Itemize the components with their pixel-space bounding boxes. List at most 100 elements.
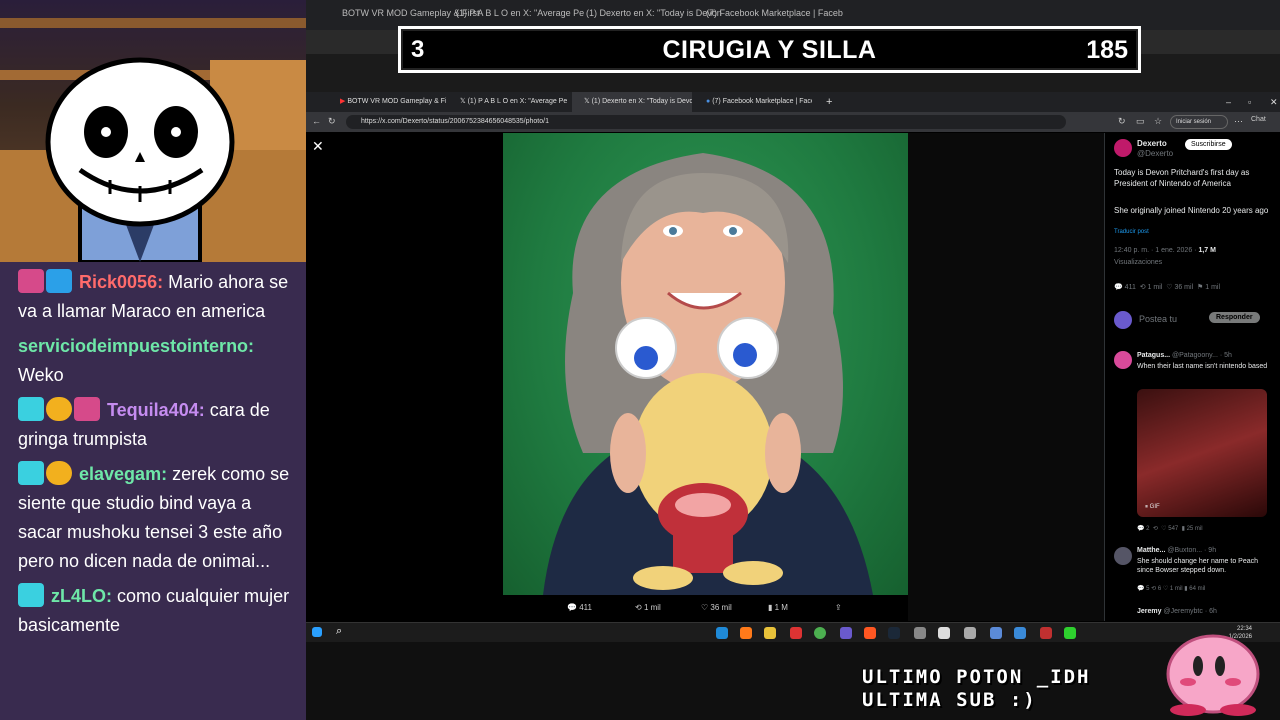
- stat-replies[interactable]: 2: [1146, 526, 1149, 532]
- reply-header: Jeremy @Jeremybtc · 6h: [1137, 608, 1217, 615]
- reply-handle[interactable]: @Jeremybtc: [1163, 608, 1202, 615]
- tab-dexerto[interactable]: 𝕏 (1) Dexerto en X: "Today is Devon: [572, 92, 692, 112]
- reload-icon[interactable]: ↻: [328, 116, 336, 127]
- edge-icon[interactable]: [716, 627, 728, 639]
- discord-icon[interactable]: [840, 627, 852, 639]
- stat-reposts[interactable]: 1 mil: [1148, 284, 1163, 291]
- stat-views[interactable]: 64 mil: [1189, 586, 1205, 592]
- dimmed-sidebar: [908, 133, 1104, 621]
- tweet-handle[interactable]: @Dexerto: [1137, 149, 1173, 158]
- minimize-icon[interactable]: –: [1214, 92, 1231, 112]
- search-icon[interactable]: ⌕: [336, 625, 342, 638]
- folder-icon[interactable]: [764, 627, 776, 639]
- stream-banner: 3 CIRUGIA Y SILLA 185: [398, 26, 1141, 73]
- portrait-image: [543, 153, 873, 595]
- favorites-icon[interactable]: ☆: [1154, 116, 1162, 127]
- tab-facebook[interactable]: ● (7) Facebook Marketplace | Faceb: [694, 92, 812, 112]
- tab-label: BOTW VR MOD Gameplay & First: [347, 98, 446, 105]
- photo-reply-button[interactable]: 💬 411: [567, 603, 592, 612]
- photo-action-bar: 💬 411 ⟲ 1 mil ♡ 36 mil ▮ 1 M ⇪: [503, 596, 908, 620]
- refresh-icon[interactable]: ↻: [1118, 116, 1126, 127]
- stat-bookmarks[interactable]: 1 mil: [1205, 284, 1220, 291]
- reply-handle[interactable]: @Patagoony...: [1172, 352, 1218, 359]
- subscribe-button[interactable]: Suscribirse: [1185, 139, 1232, 150]
- chat-button[interactable]: Chat: [1251, 116, 1266, 123]
- photo-views-button[interactable]: ▮ 1 M: [768, 603, 788, 612]
- photo-like-button[interactable]: ♡ 36 mil: [701, 603, 732, 612]
- close-photo-icon[interactable]: ✕: [312, 138, 324, 155]
- cube-badge-icon: [46, 269, 72, 293]
- firefox-icon[interactable]: [740, 627, 752, 639]
- close-window-icon[interactable]: ✕: [1258, 92, 1278, 112]
- reply-name[interactable]: Patagus...: [1137, 352, 1170, 359]
- dexerto-avatar[interactable]: [1114, 139, 1132, 157]
- chrome-icon[interactable]: [814, 627, 826, 639]
- reply-avatar[interactable]: [1114, 547, 1132, 565]
- tab-label: (1) P A B L O en X: "Average Pe: [467, 98, 568, 105]
- back-icon[interactable]: ←: [312, 116, 321, 126]
- tweet-text: She originally joined Nintendo 20 years …: [1114, 206, 1269, 215]
- background-tab[interactable]: (7) Facebook Marketplace | Faceb: [706, 8, 843, 18]
- photo-repost-button[interactable]: ⟲ 1 mil: [635, 603, 661, 612]
- settings-icon[interactable]: [964, 627, 976, 639]
- stat-likes[interactable]: 1 mil: [1170, 586, 1183, 592]
- stat-likes[interactable]: 547: [1168, 526, 1178, 532]
- chat-message: Rick0056: Mario ahora se va a llamar Mar…: [18, 268, 298, 326]
- app-icon[interactable]: [864, 627, 876, 639]
- chat-username[interactable]: serviciodeimpuestointerno:: [18, 336, 254, 356]
- reply-handle[interactable]: @Buxton...: [1167, 547, 1202, 554]
- chat-message: Tequila404: cara de gringa trumpista: [18, 396, 298, 454]
- tab-botw[interactable]: ▶ BOTW VR MOD Gameplay & First: [328, 92, 446, 112]
- chat-username[interactable]: elavegam:: [79, 464, 167, 484]
- app-icon[interactable]: [914, 627, 926, 639]
- reply-name[interactable]: Matthe...: [1137, 547, 1165, 554]
- reply-header: Patagus... @Patagoony... · 5h: [1137, 352, 1232, 359]
- sub-badge-icon: [18, 397, 44, 421]
- tab-pablo[interactable]: 𝕏 (1) P A B L O en X: "Average Pe: [448, 92, 570, 112]
- reply-gif[interactable]: ⏸ GIF: [1137, 389, 1267, 517]
- maximize-icon[interactable]: ▫: [1236, 92, 1251, 112]
- chat-username[interactable]: Rick0056:: [79, 272, 163, 292]
- stat-reposts[interactable]: 6: [1158, 586, 1161, 592]
- app-icon[interactable]: [1040, 627, 1052, 639]
- more-icon[interactable]: ⋯: [1234, 116, 1243, 127]
- toolbar: ← ↻ https://x.com/Dexerto/status/2006752…: [306, 112, 1280, 132]
- reply-time: · 9h: [1204, 547, 1217, 554]
- stat-likes[interactable]: 36 mil: [1174, 284, 1193, 291]
- reply-avatar[interactable]: [1114, 351, 1132, 369]
- translate-link[interactable]: Traducir post: [1114, 229, 1149, 235]
- app-icon[interactable]: [1064, 627, 1076, 639]
- app-icon[interactable]: [990, 627, 1002, 639]
- reply-text: She should change her name to Peach sinc…: [1137, 558, 1259, 574]
- share-icon[interactable]: ⇪: [835, 603, 842, 612]
- chat-username[interactable]: zL4LO:: [51, 586, 112, 606]
- repost-count: 1 mil: [643, 603, 661, 612]
- signin-button[interactable]: Iniciar sesión: [1170, 115, 1228, 129]
- reply-count: 411: [579, 603, 592, 612]
- bits-badge-icon: [46, 397, 72, 421]
- skeleton-avatar-icon: [45, 57, 235, 262]
- gif-label: ⏸ GIF: [1145, 504, 1160, 510]
- app-icon[interactable]: [790, 627, 802, 639]
- reply-button[interactable]: Responder: [1209, 312, 1260, 323]
- steam-icon[interactable]: [888, 627, 900, 639]
- tweet-author[interactable]: Dexerto: [1137, 139, 1167, 148]
- app-icon[interactable]: [938, 627, 950, 639]
- reply-time: · 6h: [1204, 608, 1217, 615]
- stat-replies[interactable]: 5: [1146, 586, 1149, 592]
- background-tab[interactable]: (1) Dexerto en X: "Today is Devon: [586, 8, 722, 18]
- start-icon[interactable]: [312, 627, 322, 637]
- stat-replies[interactable]: 411: [1125, 284, 1136, 291]
- chat-message: zL4LO: como cualquier mujer basicamente: [18, 582, 298, 640]
- kirby-icon: [1166, 634, 1260, 716]
- app-icon[interactable]: [1014, 627, 1026, 639]
- split-icon[interactable]: ▭: [1136, 116, 1145, 127]
- reply-name[interactable]: Jeremy: [1137, 608, 1162, 615]
- new-tab-button[interactable]: +: [814, 92, 832, 112]
- url-bar[interactable]: https://x.com/Dexerto/status/20067523846…: [346, 115, 1066, 129]
- tweet-photo[interactable]: [503, 133, 908, 595]
- reply-input[interactable]: Postea tu: [1139, 314, 1177, 324]
- background-tab[interactable]: (1) P A B L O en X: "Average Pe: [456, 8, 584, 18]
- chat-username[interactable]: Tequila404:: [107, 400, 205, 420]
- stat-views[interactable]: 25 mil: [1187, 526, 1203, 532]
